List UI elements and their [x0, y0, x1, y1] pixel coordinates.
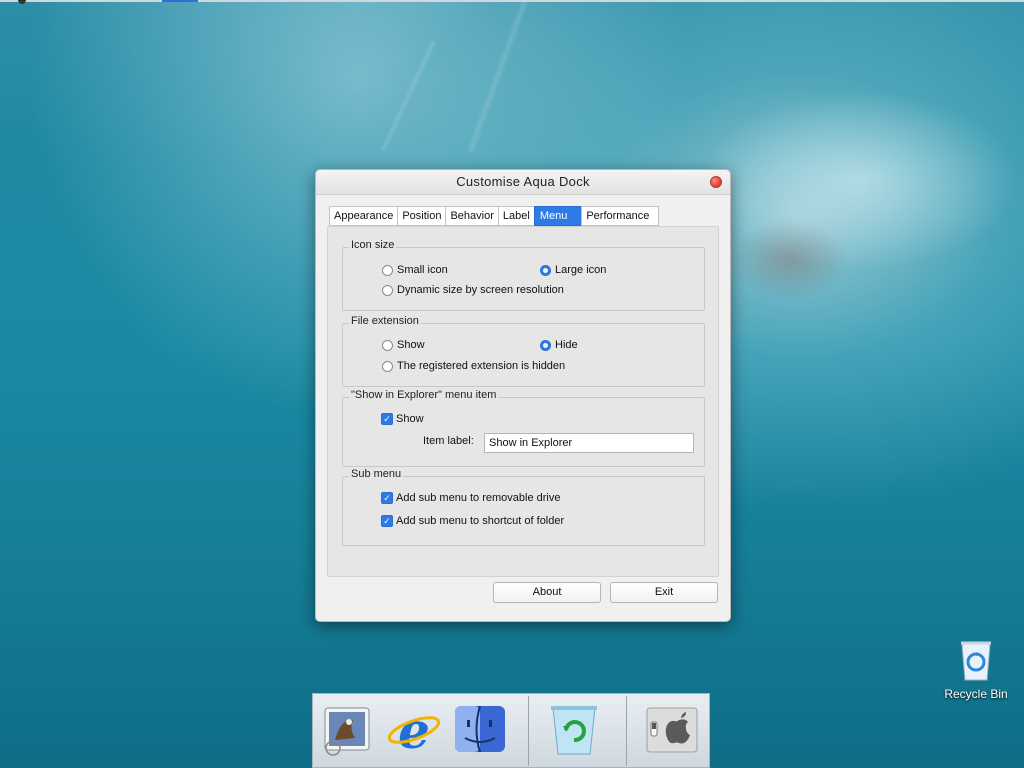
shortcut-folder-option[interactable]: ✓ Add sub menu to shortcut of folder [381, 515, 564, 527]
dialog-title: Customise Aqua Dock [456, 174, 590, 189]
large-icon-option[interactable]: Large icon [540, 264, 606, 276]
close-icon[interactable] [710, 176, 722, 188]
tab-behavior[interactable]: Behavior [445, 206, 499, 226]
top-bar-dot [18, 0, 26, 4]
file-extension-label: File extension [349, 315, 421, 327]
show-in-explorer-text: Show [396, 413, 424, 425]
icon-size-label: Icon size [349, 239, 397, 251]
hide-extension-option[interactable]: Hide [540, 339, 578, 351]
removable-drive-text: Add sub menu to removable drive [396, 492, 561, 504]
dock: e [312, 693, 710, 768]
show-in-explorer-label: "Show in Explorer" menu item [349, 389, 499, 401]
small-icon-radio[interactable] [382, 264, 393, 276]
dynamic-size-text: Dynamic size by screen resolution [397, 284, 564, 296]
system-preferences-icon[interactable] [643, 700, 701, 758]
dynamic-size-radio[interactable] [382, 284, 393, 296]
sub-menu-label: Sub menu [349, 468, 404, 480]
top-bar-segment [162, 0, 198, 2]
hide-extension-radio[interactable] [540, 339, 551, 351]
tab-performance[interactable]: Performance [581, 206, 660, 226]
tab-label[interactable]: Label [497, 206, 535, 226]
icon-size-group: Icon size Small icon Large icon Dynamic … [342, 239, 705, 311]
top-bar [0, 0, 1024, 4]
recycle-bin-icon [961, 641, 991, 681]
dynamic-size-option[interactable]: Dynamic size by screen resolution [382, 284, 564, 296]
tab-position[interactable]: Position [397, 206, 447, 226]
customise-dialog: Customise Aqua Dock Appearance Position … [315, 169, 731, 622]
sub-menu-group: Sub menu ✓ Add sub menu to removable dri… [342, 468, 705, 546]
svg-text:e: e [398, 701, 430, 758]
about-button[interactable]: About [493, 582, 601, 603]
finder-icon[interactable] [451, 700, 509, 758]
removable-drive-checkbox[interactable]: ✓ [381, 492, 393, 504]
dock-separator [626, 696, 627, 766]
dock-separator [528, 696, 529, 766]
registered-extension-radio[interactable] [382, 360, 393, 372]
recycle-bin-label: Recycle Bin [944, 687, 1008, 701]
show-extension-text: Show [397, 339, 425, 351]
show-in-explorer-option[interactable]: ✓ Show [381, 413, 424, 425]
tab-bar: Appearance Position Behavior Label Menu … [329, 206, 660, 226]
small-icon-text: Small icon [397, 264, 448, 276]
light-ray [465, 0, 530, 154]
recycle-bin-icon[interactable] [545, 700, 603, 758]
show-in-explorer-checkbox[interactable]: ✓ [381, 413, 393, 425]
mail-icon[interactable] [319, 700, 377, 758]
tab-appearance[interactable]: Appearance [329, 206, 399, 226]
removable-drive-option[interactable]: ✓ Add sub menu to removable drive [381, 492, 560, 504]
recycle-bin-desktop[interactable]: Recycle Bin [940, 638, 1012, 701]
title-bar[interactable]: Customise Aqua Dock [316, 170, 730, 195]
show-extension-radio[interactable] [382, 339, 393, 351]
shortcut-folder-text: Add sub menu to shortcut of folder [396, 515, 565, 527]
wave-curl [730, 220, 850, 300]
show-in-explorer-group: "Show in Explorer" menu item ✓ Show Item… [342, 389, 705, 467]
light-ray [379, 40, 438, 153]
item-label-caption: Item label: [423, 435, 474, 447]
menu-panel: Icon size Small icon Large icon Dynamic … [327, 226, 719, 577]
small-icon-option[interactable]: Small icon [382, 264, 448, 276]
file-extension-group: File extension Show Hide The registered … [342, 315, 705, 387]
large-icon-radio[interactable] [540, 264, 551, 276]
exit-button[interactable]: Exit [610, 582, 718, 603]
tab-menu[interactable]: Menu [533, 206, 583, 226]
registered-extension-option[interactable]: The registered extension is hidden [382, 360, 565, 372]
large-icon-text: Large icon [555, 264, 607, 276]
item-label-input[interactable]: Show in Explorer [484, 433, 694, 453]
internet-explorer-icon[interactable]: e [385, 700, 443, 760]
hide-extension-text: Hide [555, 339, 578, 351]
registered-extension-text: The registered extension is hidden [397, 360, 566, 372]
show-extension-option[interactable]: Show [382, 339, 425, 351]
shortcut-folder-checkbox[interactable]: ✓ [381, 515, 393, 527]
